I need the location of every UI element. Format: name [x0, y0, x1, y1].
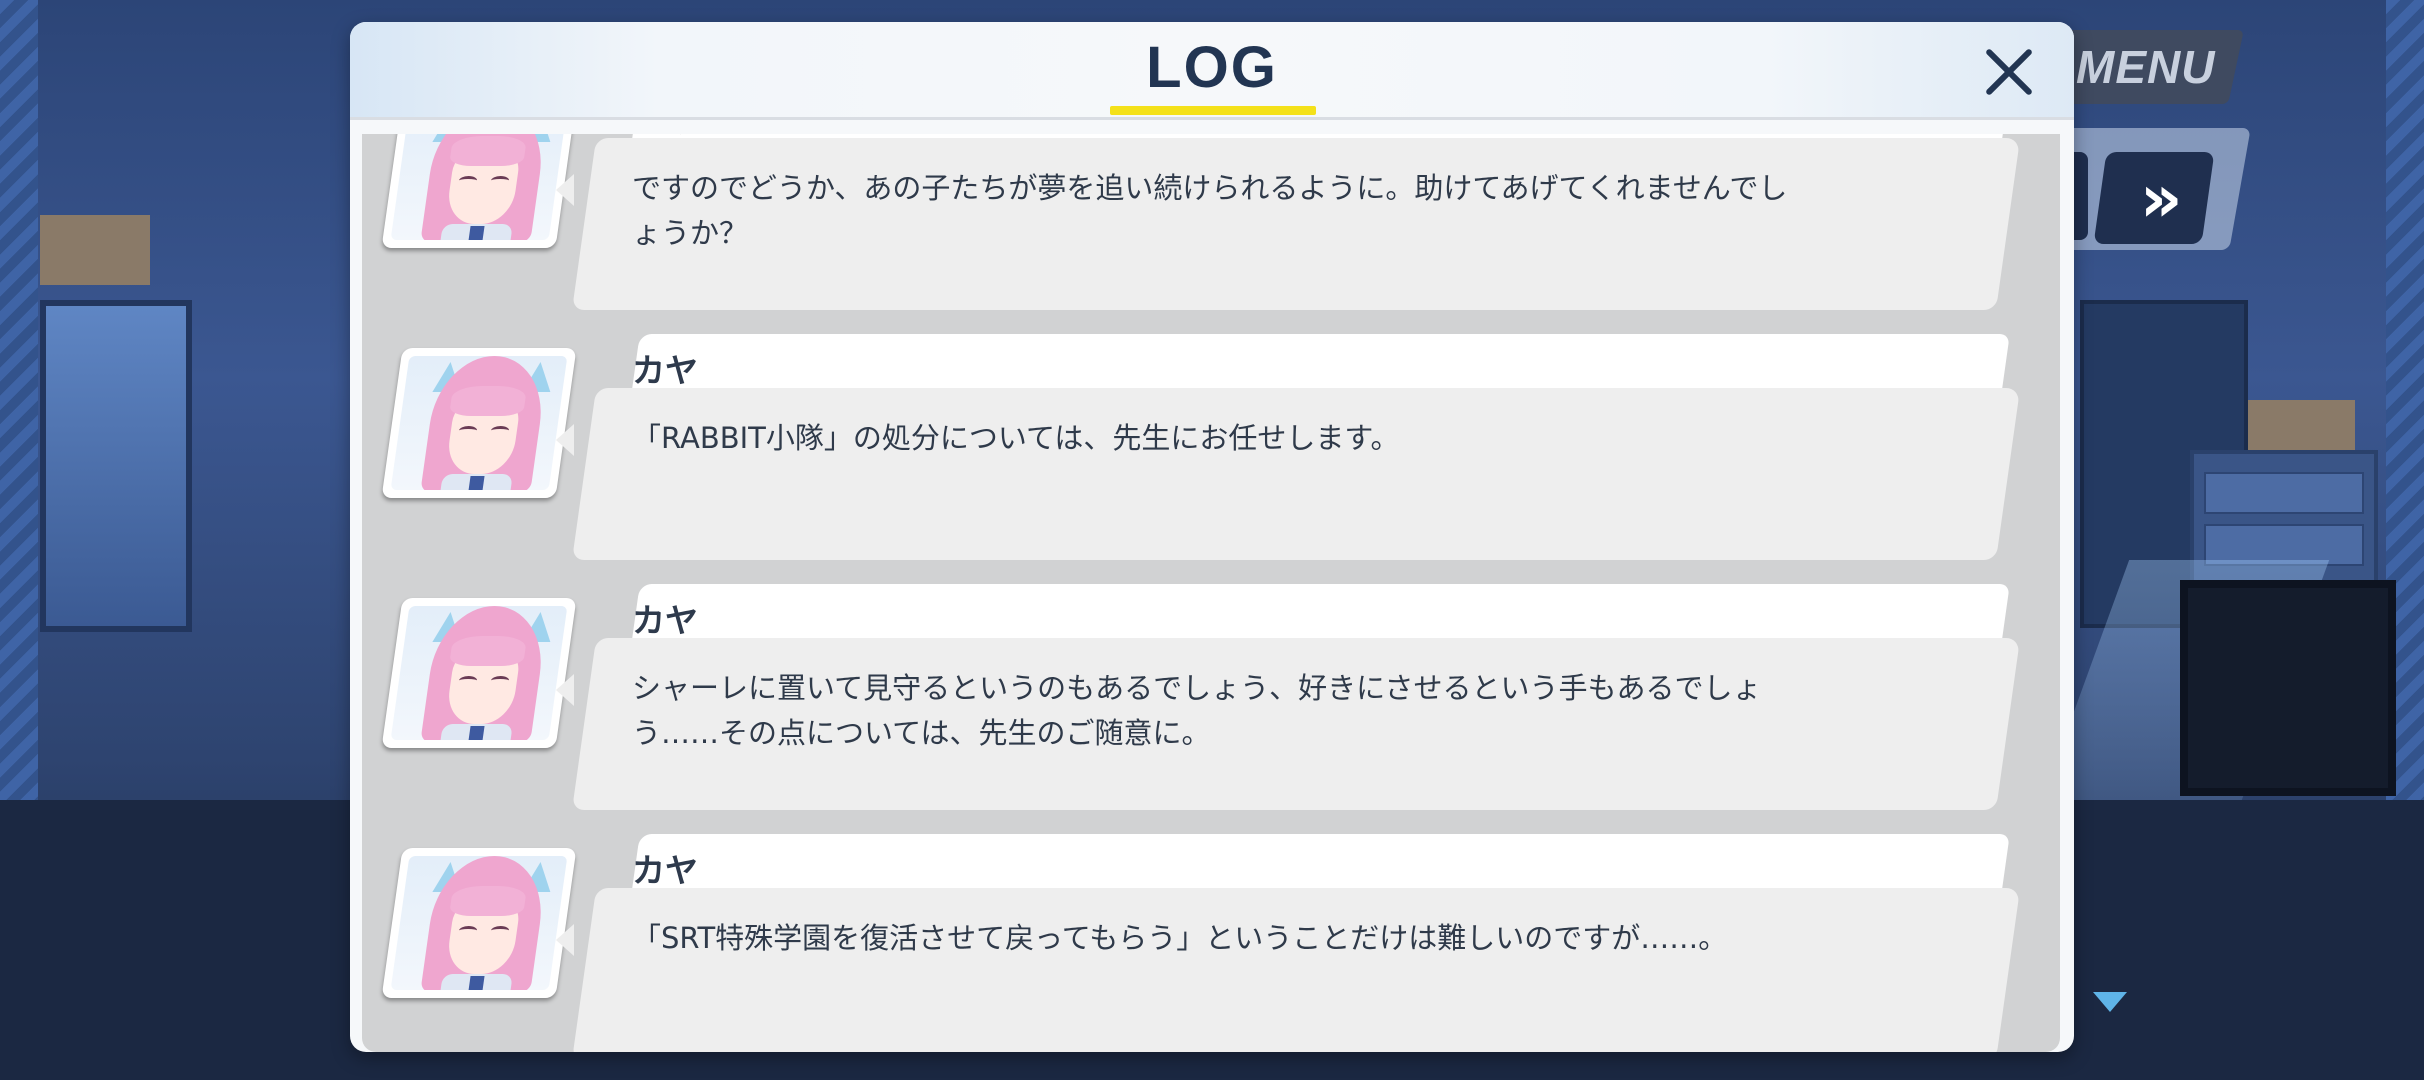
next-arrow-icon [2093, 992, 2127, 1012]
log-entry: カヤ ですのでどうか、あの子たちが夢を追い続けられるように。助けてあげてくれませ… [362, 134, 2060, 326]
log-entry: カヤ シャーレに置いて見守るというのもあるでしょう、好きにさせるという手もあるで… [362, 584, 2060, 826]
speaker-name: カヤ [632, 601, 698, 640]
kaya-portrait [381, 348, 577, 498]
log-header: LOG [350, 22, 2074, 120]
bubble-notch [556, 924, 574, 956]
log-entry: カヤ 「SRT特殊学園を復活させて戻ってもらう」ということだけは難しいのですが…… [362, 834, 2060, 1052]
log-panel: LOG カヤ ですのでどうか、あの子たちが夢を追い続けられるように。助けてあげて… [350, 22, 2074, 1052]
dialogue-bubble [572, 388, 2021, 560]
computer-monitor [2180, 580, 2396, 796]
bubble-notch [556, 424, 574, 456]
fast-forward-icon: » [2139, 159, 2169, 237]
dialogue-text: 「SRT特殊学園を復活させて戻ってもらう」ということだけは難しいのですが……。 [632, 921, 1728, 955]
speaker-name: カヤ [632, 134, 698, 142]
speaker-name: カヤ [632, 851, 698, 890]
fast-forward-button[interactable]: » [2093, 152, 2215, 244]
kaya-portrait [381, 134, 577, 248]
office-window [40, 300, 192, 632]
log-title: LOG [1146, 35, 1278, 100]
cardboard-box [40, 215, 150, 285]
kaya-portrait [381, 848, 577, 998]
menu-label: MENU [2076, 41, 2216, 93]
log-entry: カヤ 「RABBIT小隊」の処分については、先生にお任せします。 [362, 334, 2060, 576]
dialogue-text: ですのでどうか、あの子たちが夢を追い続けられるように。助けてあげてくれませんでし… [632, 171, 1788, 250]
close-icon[interactable] [1974, 38, 2044, 108]
speaker-name: カヤ [632, 351, 698, 390]
bubble-notch [556, 674, 574, 706]
bubble-notch [556, 174, 574, 206]
kaya-portrait [381, 598, 577, 748]
dialogue-bubble [572, 888, 2021, 1052]
dialogue-text: シャーレに置いて見守るというのもあるでしょう、好きにさせるという手もあるでしょう… [632, 671, 1762, 750]
title-underline [1110, 106, 1316, 115]
log-scroll-list[interactable]: カヤ ですのでどうか、あの子たちが夢を追い続けられるように。助けてあげてくれませ… [362, 134, 2060, 1052]
menu-button[interactable]: MENU [2048, 30, 2244, 104]
dialogue-text: 「RABBIT小隊」の処分については、先生にお任せします。 [632, 421, 1400, 455]
